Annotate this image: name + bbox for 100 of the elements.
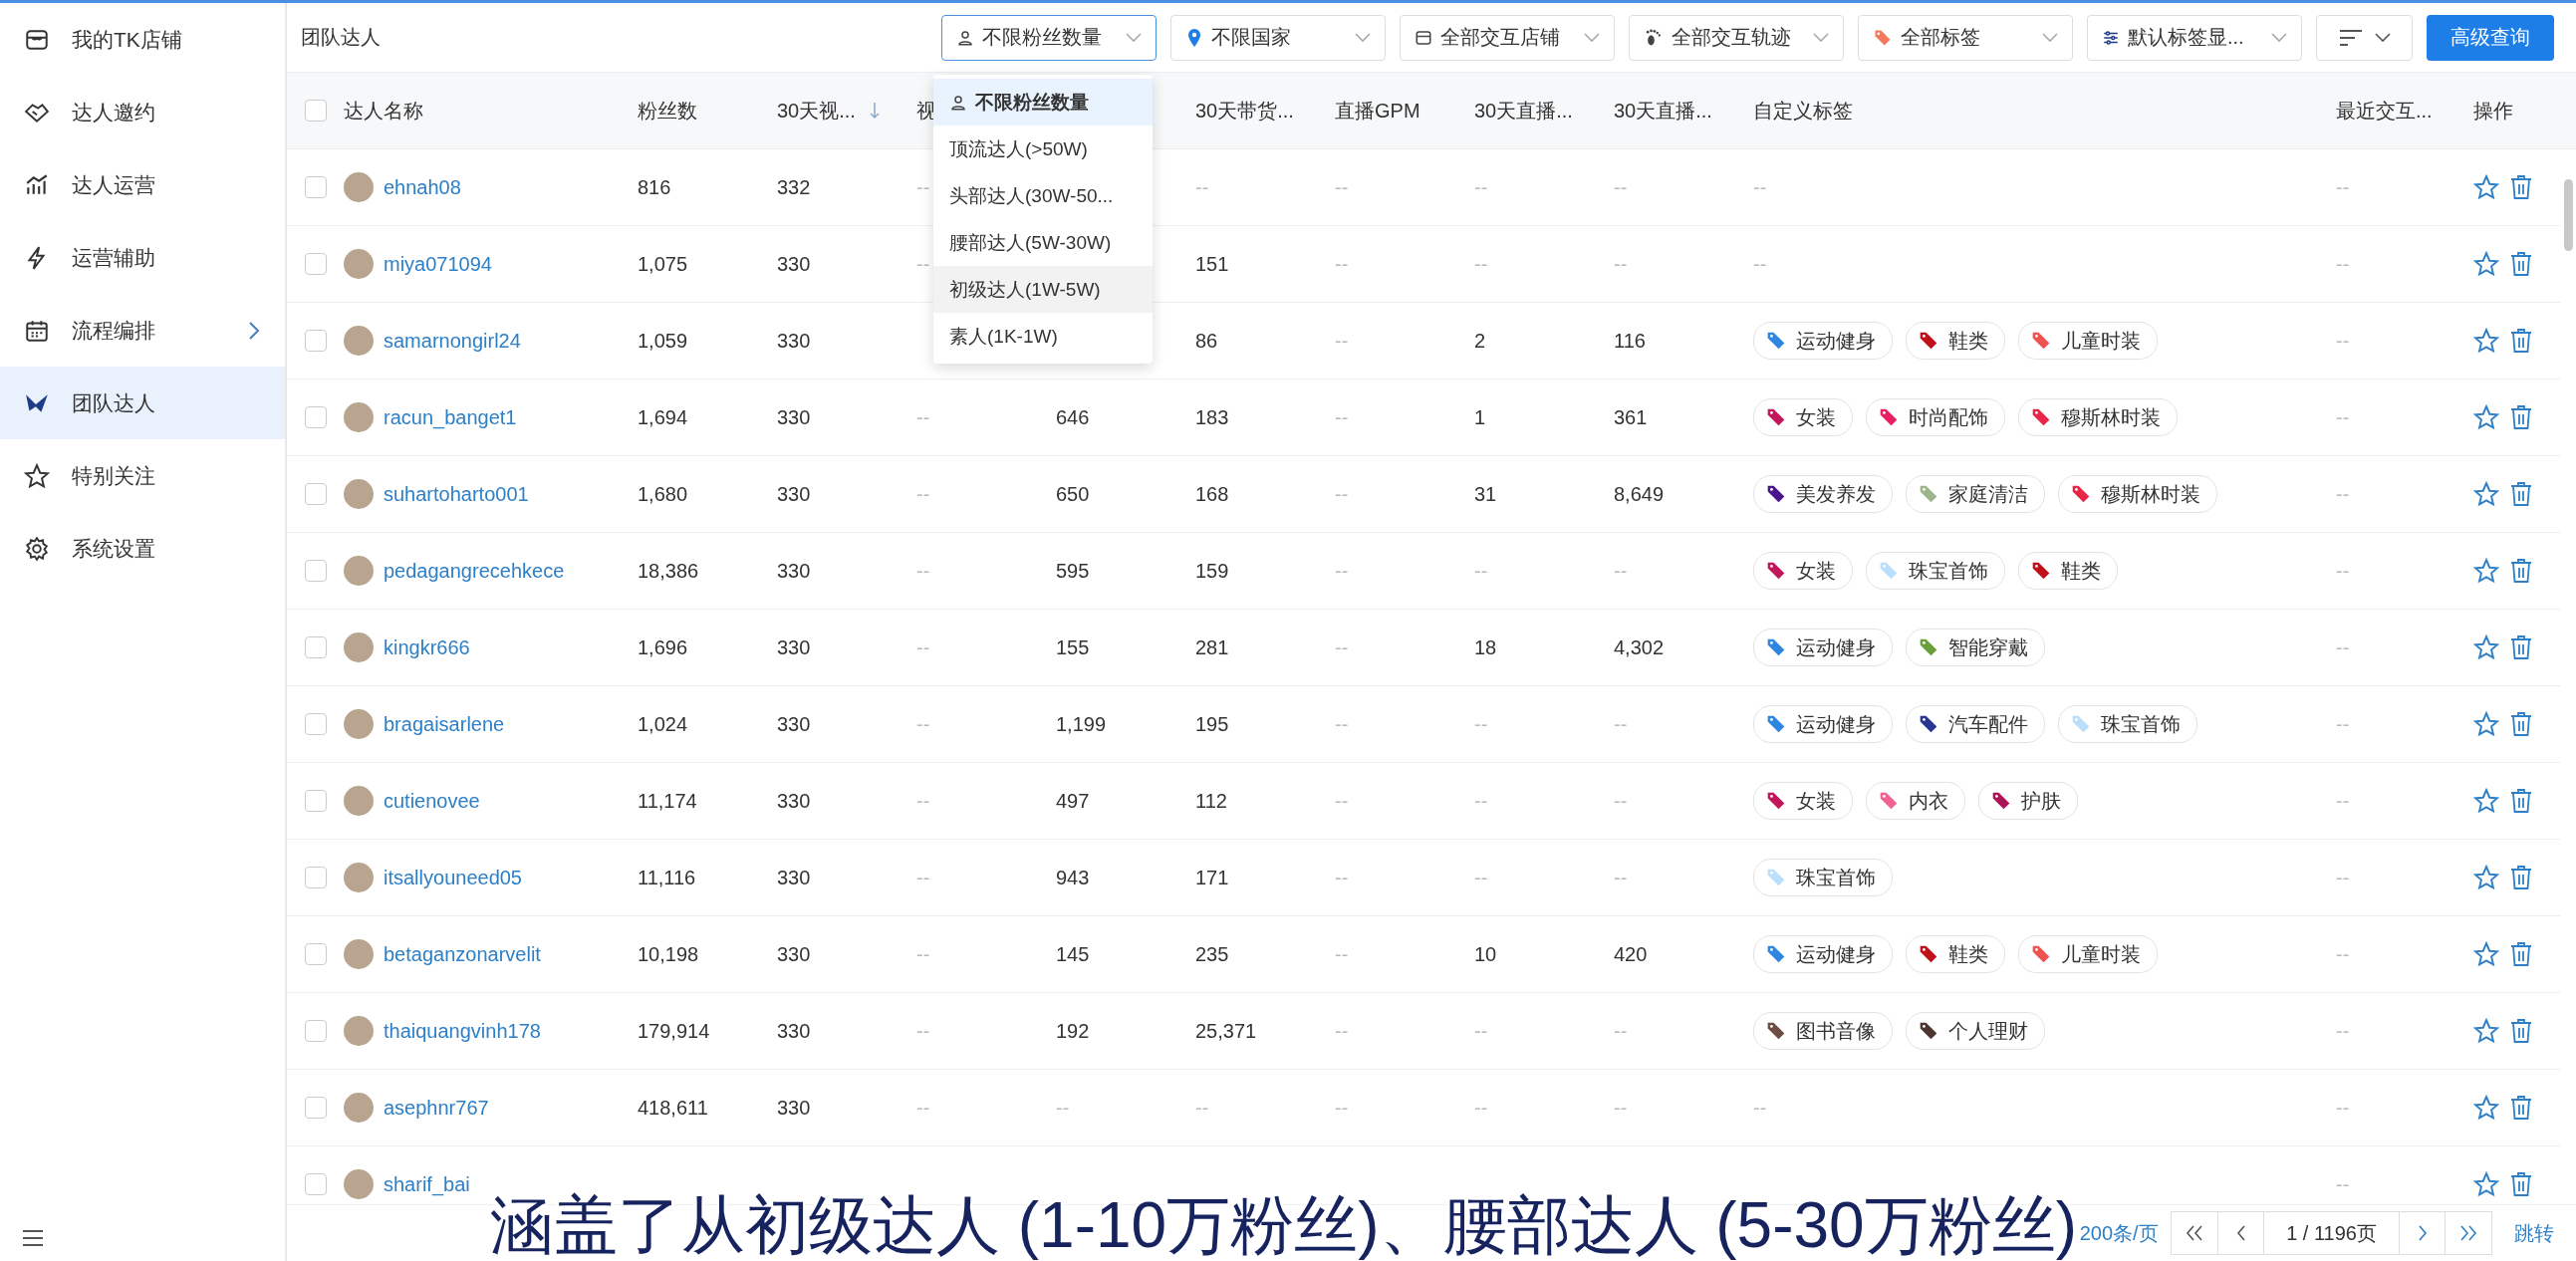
sidebar-item[interactable]: 运营辅助 bbox=[0, 221, 285, 294]
first-page-button[interactable] bbox=[2171, 1211, 2219, 1255]
sort-down-icon[interactable] bbox=[869, 102, 880, 120]
sidebar-item[interactable]: 达人运营 bbox=[0, 148, 285, 221]
table-cell: 816 bbox=[638, 175, 671, 198]
select-all-checkbox[interactable] bbox=[304, 100, 327, 122]
trash-icon[interactable] bbox=[2509, 481, 2533, 507]
sidebar-item[interactable]: 达人邀约 bbox=[0, 76, 285, 148]
star-icon[interactable] bbox=[2473, 1018, 2499, 1044]
row-checkbox[interactable] bbox=[304, 560, 327, 582]
table-cell: -- bbox=[1474, 1019, 1488, 1042]
sidebar-item[interactable]: 流程编排 bbox=[0, 294, 285, 367]
row-checkbox[interactable] bbox=[304, 1097, 327, 1119]
sidebar-item[interactable]: 特别关注 bbox=[0, 439, 285, 512]
creator-link[interactable]: betaganzonarvelit bbox=[384, 942, 541, 966]
scrollbar-thumb[interactable] bbox=[2564, 179, 2573, 251]
table-cell: -- bbox=[2336, 1172, 2350, 1195]
page-size-select[interactable]: 200条/页 bbox=[2079, 1219, 2159, 1247]
trash-icon[interactable] bbox=[2509, 711, 2533, 737]
creator-link[interactable]: racun_banget1 bbox=[384, 405, 517, 429]
star-icon[interactable] bbox=[2473, 1171, 2499, 1197]
trash-icon[interactable] bbox=[2509, 788, 2533, 814]
sidebar-item[interactable]: 系统设置 bbox=[0, 512, 285, 585]
star-icon[interactable] bbox=[2473, 558, 2499, 584]
row-checkbox[interactable] bbox=[304, 1173, 327, 1195]
dropdown-option[interactable]: 头部达人(30W-50... bbox=[933, 172, 1153, 219]
star-icon[interactable] bbox=[2473, 788, 2499, 814]
creator-link[interactable]: asephnr767 bbox=[384, 1096, 489, 1120]
avatar-photo bbox=[344, 939, 374, 969]
trash-icon[interactable] bbox=[2509, 174, 2533, 200]
trash-icon[interactable] bbox=[2509, 865, 2533, 890]
filter-select[interactable]: 不限国家 bbox=[1170, 14, 1386, 61]
creator-link[interactable]: sharif_bai bbox=[384, 1172, 470, 1196]
row-checkbox[interactable] bbox=[304, 636, 327, 658]
creator-link[interactable]: thaiquangvinh178 bbox=[384, 1019, 541, 1043]
dropdown-option[interactable]: 顶流达人(>50W) bbox=[933, 126, 1153, 172]
sidebar-item[interactable]: 我的TK店铺 bbox=[0, 3, 285, 76]
menu-icon[interactable] bbox=[22, 1229, 44, 1247]
dropdown-option[interactable]: 腰部达人(5W-30W) bbox=[933, 219, 1153, 266]
row-checkbox[interactable] bbox=[304, 483, 327, 505]
trash-icon[interactable] bbox=[2509, 328, 2533, 354]
sidebar-item[interactable]: 团队达人 bbox=[0, 367, 285, 439]
star-icon[interactable] bbox=[2473, 865, 2499, 890]
table-cell: -- bbox=[1614, 712, 1628, 735]
row-checkbox[interactable] bbox=[304, 1020, 327, 1042]
trash-icon[interactable] bbox=[2509, 558, 2533, 584]
trash-icon[interactable] bbox=[2509, 634, 2533, 660]
jump-link[interactable]: 跳转 bbox=[2514, 1219, 2554, 1247]
row-checkbox[interactable] bbox=[304, 330, 327, 352]
trash-icon[interactable] bbox=[2509, 1095, 2533, 1121]
row-checkbox[interactable] bbox=[304, 176, 327, 198]
filter-select[interactable]: 全部交互店铺 bbox=[1400, 14, 1615, 61]
trash-icon[interactable] bbox=[2509, 941, 2533, 967]
creator-link[interactable]: bragaisarlene bbox=[384, 712, 505, 736]
creator-link[interactable]: miya071094 bbox=[384, 252, 492, 276]
avatar-photo bbox=[344, 632, 374, 662]
creator-link[interactable]: cutienovee bbox=[384, 789, 480, 813]
tag-chip: 运动健身 bbox=[1753, 935, 1893, 973]
filter-select[interactable]: 全部交互轨迹 bbox=[1629, 14, 1844, 61]
creator-link[interactable]: kingkr666 bbox=[384, 635, 470, 659]
creator-link[interactable]: itsallyouneed05 bbox=[384, 866, 522, 889]
trash-icon[interactable] bbox=[2509, 251, 2533, 277]
dropdown-option[interactable]: 不限粉丝数量 bbox=[933, 79, 1153, 126]
caret-down-icon bbox=[2374, 32, 2391, 43]
row-checkbox[interactable] bbox=[304, 406, 327, 428]
row-checkbox[interactable] bbox=[304, 790, 327, 812]
filter-select[interactable]: 默认标签显... bbox=[2087, 14, 2302, 61]
row-checkbox[interactable] bbox=[304, 867, 327, 888]
dropdown-option[interactable]: 素人(1K-1W) bbox=[933, 313, 1153, 360]
advanced-search-button[interactable]: 高级查询 bbox=[2427, 14, 2554, 61]
row-checkbox[interactable] bbox=[304, 253, 327, 275]
star-icon[interactable] bbox=[2473, 328, 2499, 354]
trash-icon[interactable] bbox=[2509, 404, 2533, 430]
star-icon[interactable] bbox=[2473, 711, 2499, 737]
row-checkbox[interactable] bbox=[304, 943, 327, 965]
last-page-button[interactable] bbox=[2445, 1211, 2492, 1255]
table-cell: -- bbox=[916, 789, 930, 812]
trash-icon[interactable] bbox=[2509, 1171, 2533, 1197]
creator-link[interactable]: samarnongirl24 bbox=[384, 329, 521, 353]
filter-select[interactable]: 全部标签 bbox=[1858, 14, 2073, 61]
dropdown-option[interactable]: 初级达人(1W-5W) bbox=[933, 266, 1153, 313]
avatar-photo bbox=[344, 172, 374, 202]
settings-icon bbox=[24, 535, 50, 562]
table-cell: -- bbox=[1614, 866, 1628, 888]
table-cell: -- bbox=[1335, 866, 1349, 888]
star-icon[interactable] bbox=[2473, 251, 2499, 277]
creator-link[interactable]: suhartoharto001 bbox=[384, 482, 529, 506]
star-icon[interactable] bbox=[2473, 481, 2499, 507]
creator-link[interactable]: pedagangrecehkece bbox=[384, 559, 565, 583]
star-icon[interactable] bbox=[2473, 634, 2499, 660]
table-cell: -- bbox=[2336, 559, 2350, 582]
star-icon[interactable] bbox=[2473, 404, 2499, 430]
star-icon[interactable] bbox=[2473, 174, 2499, 200]
filter-select[interactable]: 不限粉丝数量 bbox=[941, 14, 1157, 61]
row-checkbox[interactable] bbox=[304, 713, 327, 735]
star-icon[interactable] bbox=[2473, 941, 2499, 967]
creator-link[interactable]: ehnah08 bbox=[384, 175, 461, 199]
sort-select[interactable] bbox=[2316, 14, 2413, 61]
star-icon[interactable] bbox=[2473, 1095, 2499, 1121]
trash-icon[interactable] bbox=[2509, 1018, 2533, 1044]
